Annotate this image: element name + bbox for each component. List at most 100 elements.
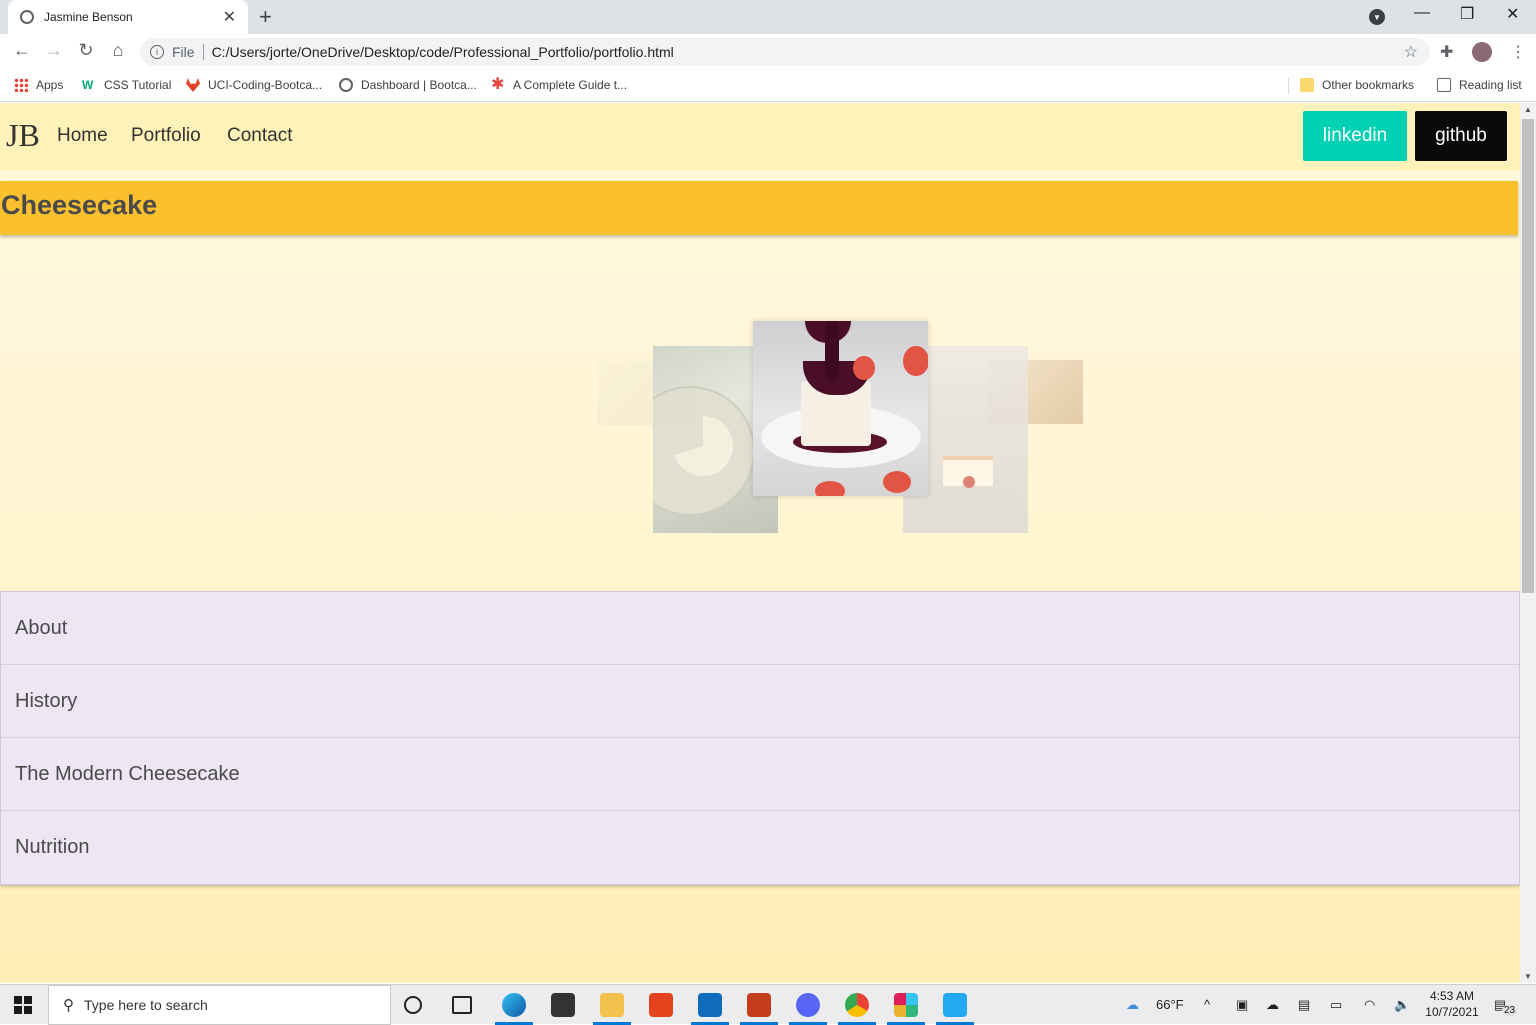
accordion: About History The Modern Cheesecake Nutr… <box>0 591 1520 885</box>
github-button[interactable]: github <box>1415 111 1507 161</box>
strawberry-shape <box>883 471 911 493</box>
globe-icon <box>339 78 353 92</box>
accordion-item-modern-cheesecake[interactable]: The Modern Cheesecake <box>1 738 1519 811</box>
site-navbar: JB Home Portfolio Contact linkedin githu… <box>0 103 1520 170</box>
berry-shape <box>963 476 975 488</box>
powerpoint-icon[interactable] <box>747 993 771 1017</box>
bookmark-uci-bootcamp[interactable]: UCI-Coding-Bootca... <box>186 78 322 92</box>
bookmark-label: A Complete Guide t... <box>513 78 628 92</box>
brand-logo[interactable]: JB <box>6 117 40 154</box>
reading-list-label: Reading list <box>1459 78 1522 92</box>
page-scrollbar[interactable]: ▲ ▼ <box>1520 103 1536 983</box>
store-icon[interactable] <box>551 993 575 1017</box>
bookmark-apps[interactable]: Apps <box>14 78 63 92</box>
strawberry-shape <box>815 481 845 496</box>
restore-icon[interactable]: ❐ <box>1460 4 1474 24</box>
discord-icon[interactable] <box>796 993 820 1017</box>
search-placeholder: Type here to search <box>84 997 208 1013</box>
file-explorer-icon[interactable] <box>600 993 624 1017</box>
drip-shape <box>825 321 839 381</box>
mail-icon[interactable] <box>698 993 722 1017</box>
weather-temp[interactable]: 66°F <box>1156 997 1184 1012</box>
system-clock[interactable]: 4:53 AM 10/7/2021 <box>1420 988 1484 1020</box>
extensions-icon[interactable]: ✚ <box>1440 42 1453 62</box>
profile-avatar[interactable] <box>1472 42 1492 62</box>
reading-list-icon <box>1437 78 1451 92</box>
globe-icon <box>20 10 34 24</box>
slack-icon[interactable] <box>894 993 918 1017</box>
nav-contact[interactable]: Contact <box>227 125 292 147</box>
weather-cloud-icon[interactable]: ☁ <box>1126 997 1139 1013</box>
meet-now-icon[interactable]: ▣ <box>1236 997 1248 1013</box>
apps-grid-icon <box>14 78 28 92</box>
minimize-icon[interactable]: — <box>1414 4 1430 22</box>
strawberry-shape <box>903 346 928 376</box>
office-icon[interactable] <box>649 993 673 1017</box>
menu-icon[interactable]: ⋮ <box>1510 42 1526 62</box>
bookmark-dashboard[interactable]: Dashboard | Bootca... <box>339 78 477 92</box>
search-icon: ⚲ <box>63 997 74 1014</box>
clock-time: 4:53 AM <box>1429 989 1475 1003</box>
bookmark-label: Apps <box>36 78 64 92</box>
close-window-icon[interactable]: ✕ <box>1506 4 1519 24</box>
scroll-down-icon[interactable]: ▼ <box>1524 972 1532 981</box>
bookmark-complete-guide[interactable]: ✱ A Complete Guide t... <box>491 76 628 93</box>
bookmark-star-icon[interactable]: ☆ <box>1404 42 1418 62</box>
info-icon[interactable]: i <box>150 45 164 59</box>
new-tab-icon[interactable]: + <box>259 4 272 30</box>
notification-count: 23 <box>1502 1005 1518 1016</box>
volume-icon[interactable]: 🔈 <box>1394 997 1410 1013</box>
tab-title: Jasmine Benson <box>44 10 133 24</box>
reading-list-button[interactable]: Reading list <box>1437 78 1522 92</box>
bookmark-other[interactable]: Other bookmarks <box>1300 78 1414 92</box>
gitlab-icon <box>186 78 200 92</box>
w3schools-icon: W <box>82 78 94 92</box>
bookmark-label: UCI-Coding-Bootca... <box>208 78 323 92</box>
linkedin-button[interactable]: linkedin <box>1303 111 1407 161</box>
bookmarks-bar: Apps W CSS Tutorial UCI-Coding-Bootca...… <box>0 70 1536 102</box>
battery-icon[interactable]: ▭ <box>1330 997 1342 1013</box>
image-carousel[interactable] <box>0 235 1520 590</box>
nav-portfolio[interactable]: Portfolio <box>131 125 201 147</box>
accordion-item-history[interactable]: History <box>1 665 1519 738</box>
browser-toolbar: ← → ↻ ⌂ i File C:/Users/jorte/OneDrive/D… <box>0 34 1536 70</box>
edge-icon[interactable] <box>502 993 526 1017</box>
home-icon[interactable]: ⌂ <box>106 40 130 61</box>
scheme-label: File <box>172 44 195 60</box>
task-view-icon[interactable] <box>452 996 472 1014</box>
bookmark-css-tutorial[interactable]: W CSS Tutorial <box>82 78 171 92</box>
accordion-item-nutrition[interactable]: Nutrition <box>1 811 1519 884</box>
chrome-icon[interactable] <box>845 993 869 1017</box>
onedrive-icon[interactable]: ☁ <box>1266 997 1279 1013</box>
clock-date: 10/7/2021 <box>1425 1005 1479 1019</box>
device-icon[interactable]: ▤ <box>1298 997 1310 1013</box>
bookmark-label: Other bookmarks <box>1322 78 1415 92</box>
tab-strip: Jasmine Benson ✕ + ▼ — ❐ ✕ <box>0 0 1536 34</box>
asterisk-icon: ✱ <box>491 76 505 93</box>
close-tab-icon[interactable]: ✕ <box>223 7 236 27</box>
pie-shape <box>673 416 733 476</box>
folder-icon <box>1300 78 1314 92</box>
taskbar-search[interactable]: ⚲ Type here to search <box>48 985 391 1025</box>
vscode-icon[interactable] <box>943 993 967 1017</box>
address-bar[interactable]: i File C:/Users/jorte/OneDrive/Desktop/c… <box>140 38 1430 66</box>
back-icon[interactable]: ← <box>10 40 34 61</box>
show-hidden-icons[interactable]: ^ <box>1204 997 1210 1012</box>
tab-jasmine-benson[interactable]: Jasmine Benson ✕ <box>8 0 248 34</box>
scrollbar-thumb[interactable] <box>1522 119 1534 593</box>
strawberry-shape <box>853 356 875 380</box>
windows-start-icon[interactable] <box>14 996 32 1014</box>
page-viewport: JB Home Portfolio Contact linkedin githu… <box>0 103 1520 983</box>
reload-icon[interactable]: ↻ <box>74 40 98 61</box>
cortana-icon[interactable] <box>404 996 422 1014</box>
nav-home[interactable]: Home <box>57 125 108 147</box>
accordion-item-about[interactable]: About <box>1 592 1519 665</box>
forward-icon[interactable]: → <box>42 40 66 61</box>
scroll-up-icon[interactable]: ▲ <box>1524 105 1532 114</box>
url-text: C:/Users/jorte/OneDrive/Desktop/code/Pro… <box>211 44 674 60</box>
wifi-icon[interactable]: ◠ <box>1364 997 1375 1013</box>
bookmark-label: CSS Tutorial <box>104 78 172 92</box>
tab-search-icon[interactable]: ▼ <box>1369 9 1385 25</box>
divider <box>1288 78 1289 94</box>
carousel-image-center[interactable] <box>753 321 928 496</box>
